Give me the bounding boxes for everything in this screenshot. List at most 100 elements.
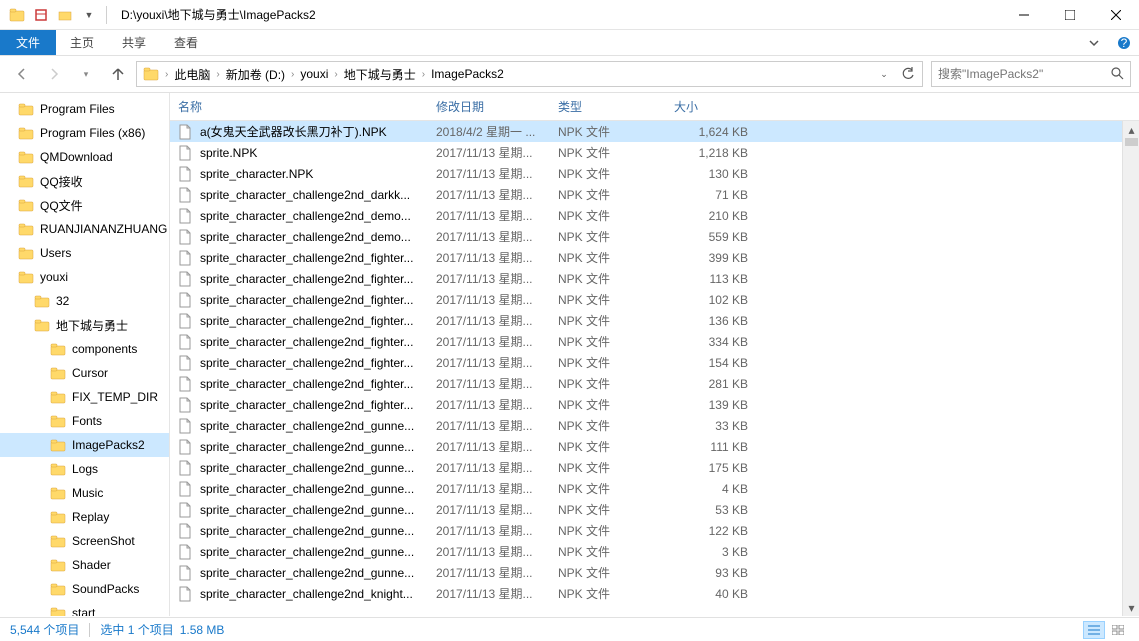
vertical-scrollbar[interactable]: ▴ ▾ (1122, 121, 1139, 616)
file-row[interactable]: sprite_character_challenge2nd_demo...201… (170, 205, 1139, 226)
file-row[interactable]: sprite_character_challenge2nd_gunne...20… (170, 457, 1139, 478)
tree-item[interactable]: QQ接收 (0, 169, 169, 193)
chevron-right-icon[interactable]: › (332, 69, 339, 80)
tab-share[interactable]: 共享 (108, 30, 160, 55)
scrollbar-thumb[interactable] (1125, 138, 1138, 146)
tree-item[interactable]: Replay (0, 505, 169, 529)
file-row[interactable]: sprite.NPK2017/11/13 星期...NPK 文件1,218 KB (170, 142, 1139, 163)
file-row[interactable]: sprite_character_challenge2nd_fighter...… (170, 268, 1139, 289)
help-icon[interactable]: ? (1109, 30, 1139, 55)
file-row[interactable]: sprite_character_challenge2nd_gunne...20… (170, 499, 1139, 520)
column-type[interactable]: 类型 (550, 93, 666, 120)
tree-item[interactable]: Shader (0, 553, 169, 577)
tree-item[interactable]: QMDownload (0, 145, 169, 169)
tree-item[interactable]: Program Files (0, 97, 169, 121)
file-row[interactable]: sprite_character_challenge2nd_gunne...20… (170, 436, 1139, 457)
crumb-folder[interactable]: 地下城与勇士 (340, 62, 420, 86)
column-name[interactable]: 名称 (170, 93, 428, 120)
file-row[interactable]: sprite_character_challenge2nd_gunne...20… (170, 478, 1139, 499)
ribbon-expand-icon[interactable] (1079, 30, 1109, 55)
qat-dropdown-icon[interactable]: ▼ (78, 4, 100, 26)
file-size: 71 KB (666, 188, 756, 202)
tree-item[interactable]: Fonts (0, 409, 169, 433)
search-icon[interactable] (1110, 66, 1124, 83)
chevron-right-icon[interactable]: › (420, 69, 427, 80)
tree-item[interactable]: Users (0, 241, 169, 265)
file-row[interactable]: sprite_character_challenge2nd_fighter...… (170, 310, 1139, 331)
nav-recent-icon[interactable]: ▾ (72, 60, 100, 88)
file-size: 559 KB (666, 230, 756, 244)
tree-item[interactable]: start (0, 601, 169, 616)
chevron-right-icon[interactable]: › (163, 69, 170, 80)
file-date: 2017/11/13 星期... (428, 522, 550, 539)
tab-file[interactable]: 文件 (0, 30, 56, 55)
tree-item[interactable]: ImagePacks2 (0, 433, 169, 457)
navigation-tree[interactable]: Program FilesProgram Files (x86)QMDownlo… (0, 93, 170, 616)
scroll-up-icon[interactable]: ▴ (1123, 121, 1139, 138)
file-type: NPK 文件 (550, 354, 666, 371)
file-row[interactable]: sprite_character_challenge2nd_fighter...… (170, 352, 1139, 373)
file-row[interactable]: a(女鬼天全武器改长黑刀补丁).NPK2018/4/2 星期一 ...NPK 文… (170, 121, 1139, 142)
scroll-down-icon[interactable]: ▾ (1123, 599, 1139, 616)
file-type: NPK 文件 (550, 228, 666, 245)
file-row[interactable]: sprite_character_challenge2nd_fighter...… (170, 331, 1139, 352)
tree-item[interactable]: youxi (0, 265, 169, 289)
file-row[interactable]: sprite_character_challenge2nd_gunne...20… (170, 541, 1139, 562)
tree-item[interactable]: Music (0, 481, 169, 505)
tree-item[interactable]: Logs (0, 457, 169, 481)
folder-icon (18, 101, 34, 117)
search-input[interactable] (938, 67, 1110, 81)
file-row[interactable]: sprite_character_challenge2nd_gunne...20… (170, 415, 1139, 436)
tree-item[interactable]: 32 (0, 289, 169, 313)
file-name: sprite_character_challenge2nd_fighter... (200, 272, 413, 286)
file-row[interactable]: sprite_character_challenge2nd_fighter...… (170, 289, 1139, 310)
folder-icon (34, 293, 50, 309)
maximize-button[interactable] (1047, 0, 1093, 30)
chevron-right-icon[interactable]: › (214, 69, 221, 80)
refresh-icon[interactable] (896, 62, 920, 86)
column-date[interactable]: 修改日期 (428, 93, 550, 120)
file-row[interactable]: sprite_character_challenge2nd_gunne...20… (170, 562, 1139, 583)
file-row[interactable]: sprite_character_challenge2nd_fighter...… (170, 394, 1139, 415)
file-row[interactable]: sprite_character_challenge2nd_gunne...20… (170, 520, 1139, 541)
crumb-folder[interactable]: ImagePacks2 (427, 62, 508, 86)
crumb-folder[interactable]: youxi (296, 62, 332, 86)
tree-item[interactable]: QQ文件 (0, 193, 169, 217)
file-date: 2017/11/13 星期... (428, 585, 550, 602)
view-icons-button[interactable] (1107, 621, 1129, 639)
crumb-root[interactable]: 此电脑 (170, 62, 214, 86)
file-row[interactable]: sprite_character.NPK2017/11/13 星期...NPK … (170, 163, 1139, 184)
tree-item[interactable]: Cursor (0, 361, 169, 385)
nav-up-button[interactable] (104, 60, 132, 88)
nav-back-button[interactable] (8, 60, 36, 88)
file-row[interactable]: sprite_character_challenge2nd_demo...201… (170, 226, 1139, 247)
qat-newfolder-icon[interactable] (54, 4, 76, 26)
view-details-button[interactable] (1083, 621, 1105, 639)
tree-item[interactable]: Program Files (x86) (0, 121, 169, 145)
tree-item[interactable]: FIX_TEMP_DIR (0, 385, 169, 409)
file-size: 154 KB (666, 356, 756, 370)
address-dropdown-icon[interactable]: ⌄ (872, 62, 896, 86)
tab-home[interactable]: 主页 (56, 30, 108, 55)
tree-item[interactable]: RUANJIANANZHUANG (0, 217, 169, 241)
file-row[interactable]: sprite_character_challenge2nd_fighter...… (170, 247, 1139, 268)
file-row[interactable]: sprite_character_challenge2nd_darkk...20… (170, 184, 1139, 205)
chevron-right-icon[interactable]: › (289, 69, 296, 80)
file-size: 33 KB (666, 419, 756, 433)
tree-item[interactable]: ScreenShot (0, 529, 169, 553)
file-row[interactable]: sprite_character_challenge2nd_fighter...… (170, 373, 1139, 394)
close-button[interactable] (1093, 0, 1139, 30)
minimize-button[interactable] (1001, 0, 1047, 30)
nav-forward-button[interactable] (40, 60, 68, 88)
crumb-drive[interactable]: 新加卷 (D:) (222, 62, 289, 86)
tree-item[interactable]: components (0, 337, 169, 361)
folder-icon (18, 173, 34, 189)
column-size[interactable]: 大小 (666, 93, 756, 120)
tree-item[interactable]: SoundPacks (0, 577, 169, 601)
address-bar[interactable]: › 此电脑 › 新加卷 (D:) › youxi › 地下城与勇士 › Imag… (136, 61, 923, 87)
qat-properties-icon[interactable] (30, 4, 52, 26)
search-box[interactable] (931, 61, 1131, 87)
tree-item[interactable]: 地下城与勇士 (0, 313, 169, 337)
file-row[interactable]: sprite_character_challenge2nd_knight...2… (170, 583, 1139, 604)
tab-view[interactable]: 查看 (160, 30, 212, 55)
